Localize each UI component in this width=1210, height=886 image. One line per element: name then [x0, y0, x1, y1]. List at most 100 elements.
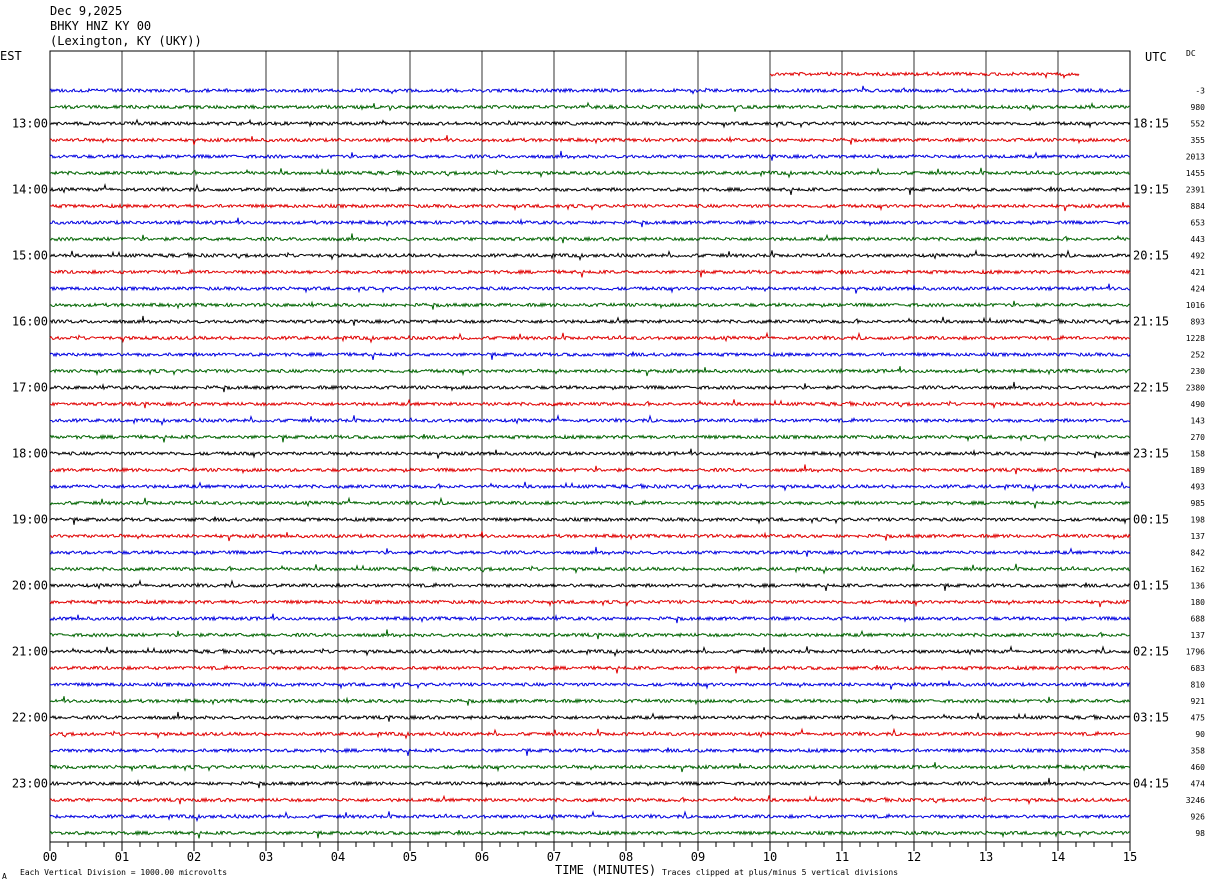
dc-offset-label: 683 — [1191, 664, 1206, 673]
seismic-trace — [49, 283, 1131, 294]
est-hour-label: 15:00 — [12, 249, 48, 263]
seismic-trace — [49, 448, 1131, 459]
est-hour-label: 22:00 — [12, 711, 48, 725]
seismic-trace — [49, 664, 1131, 674]
est-hour-label: 20:00 — [12, 579, 48, 593]
dc-offset-label: 552 — [1191, 120, 1206, 129]
x-tick-label: 01 — [115, 850, 129, 864]
dc-offset-label: 842 — [1191, 549, 1206, 558]
x-tick-label: 07 — [547, 850, 561, 864]
dc-offset-label: 180 — [1191, 598, 1206, 607]
x-tick-label: 03 — [259, 850, 273, 864]
dc-offset-label: 884 — [1191, 202, 1206, 211]
dc-offset-label: 230 — [1191, 367, 1206, 376]
plot-frame — [49, 50, 1131, 843]
x-tick-label: 09 — [691, 850, 705, 864]
seismic-trace — [49, 645, 1131, 658]
utc-hour-label: 02:15 — [1133, 645, 1169, 659]
x-axis-title: TIME (MINUTES) — [555, 863, 657, 877]
dc-offset-label: 688 — [1191, 615, 1206, 624]
trace-group — [49, 70, 1131, 839]
dc-offset-label: 355 — [1191, 136, 1206, 145]
dc-offset-label: 143 — [1191, 417, 1206, 426]
seismic-trace — [49, 150, 1131, 161]
dc-offset-label: 921 — [1191, 697, 1206, 706]
dc-offset-label: 158 — [1191, 450, 1206, 459]
dc-offset-label: 137 — [1191, 532, 1206, 541]
dc-offset-label: 474 — [1191, 780, 1206, 789]
seismic-trace — [50, 414, 1131, 427]
utc-hour-label: 22:15 — [1133, 381, 1169, 395]
x-tick-label: 13 — [979, 850, 993, 864]
seismic-trace — [49, 233, 1131, 244]
seismic-trace — [49, 331, 1130, 344]
seismic-trace — [769, 70, 1080, 80]
dc-offset-label: 421 — [1191, 268, 1206, 277]
seismic-trace — [49, 381, 1131, 393]
dc-offset-label: 252 — [1191, 351, 1206, 360]
seismic-trace — [49, 579, 1131, 592]
seismic-trace — [49, 366, 1130, 377]
dc-offset-label: -3 — [1195, 87, 1205, 96]
seismic-trace — [49, 135, 1131, 146]
seismic-trace — [49, 629, 1131, 640]
seismic-trace — [49, 727, 1131, 740]
clip-note: Traces clipped at plus/minus 5 vertical … — [662, 868, 899, 877]
seismic-trace — [49, 829, 1131, 839]
seismic-trace — [49, 598, 1131, 608]
seismic-trace — [49, 183, 1131, 196]
utc-hour-label: 18:15 — [1133, 117, 1169, 131]
dc-offset-label: 3246 — [1186, 796, 1205, 805]
dc-offset-label: 358 — [1191, 747, 1206, 756]
dc-offset-label: 189 — [1191, 466, 1206, 475]
dc-offset-label: 98 — [1195, 829, 1205, 838]
seismic-trace — [49, 794, 1131, 806]
seismogram-chart: -3 980 552 355 2013 1455 2391 884 653 443 492 421 42… — [12, 50, 1206, 864]
seismic-trace — [49, 696, 1131, 706]
x-tick-label: 15 — [1123, 850, 1137, 864]
seismic-trace — [49, 516, 1131, 525]
dc-offset-label: 136 — [1191, 582, 1206, 591]
dc-offset-label: 985 — [1191, 499, 1206, 508]
utc-hour-label: 23:15 — [1133, 447, 1169, 461]
utc-hour-label: 01:15 — [1133, 579, 1169, 593]
dc-offset-label: 1455 — [1186, 169, 1205, 178]
seismic-trace — [49, 315, 1131, 326]
seismic-trace — [49, 101, 1131, 112]
scale-note: Each Vertical Division = 1000.00 microvo… — [20, 868, 228, 877]
utc-hour-label: 04:15 — [1133, 777, 1169, 791]
dc-offset-label: 1016 — [1186, 301, 1205, 310]
x-tick-label: 11 — [835, 850, 849, 864]
seismic-trace — [49, 118, 1131, 129]
dc-offset-label: 653 — [1191, 219, 1206, 228]
x-tick-label: 06 — [475, 850, 489, 864]
x-tick-label: 02 — [187, 850, 201, 864]
utc-hour-label: 21:15 — [1133, 315, 1169, 329]
utc-hour-label: 03:15 — [1133, 711, 1169, 725]
seismic-trace — [49, 202, 1131, 212]
dc-offset-label: 1796 — [1186, 648, 1205, 657]
seismic-trace — [49, 249, 1131, 262]
corner-mark: A — [2, 872, 7, 881]
utc-hour-label: 19:15 — [1133, 183, 1169, 197]
dc-offset-label: 893 — [1191, 318, 1206, 327]
x-tick-label: 08 — [619, 850, 633, 864]
seismic-trace — [49, 217, 1131, 228]
est-hour-label: 13:00 — [12, 117, 48, 131]
seismic-trace — [49, 398, 1131, 410]
est-hour-label: 17:00 — [12, 381, 48, 395]
seismic-trace — [49, 85, 1131, 95]
seismic-trace — [49, 268, 1131, 278]
dc-offset-label: 493 — [1191, 483, 1206, 492]
seismic-trace — [49, 762, 1131, 773]
seismic-trace — [49, 546, 1131, 557]
x-tick-label: 00 — [43, 850, 57, 864]
est-hour-label: 18:00 — [12, 447, 48, 461]
x-tick-label: 14 — [1051, 850, 1065, 864]
x-tick-label: 12 — [907, 850, 921, 864]
seismic-trace — [49, 496, 1131, 509]
seismic-trace — [50, 167, 1131, 179]
seismic-trace — [49, 613, 1131, 624]
grid-lines — [49, 50, 1131, 843]
seismic-trace — [49, 563, 1131, 575]
